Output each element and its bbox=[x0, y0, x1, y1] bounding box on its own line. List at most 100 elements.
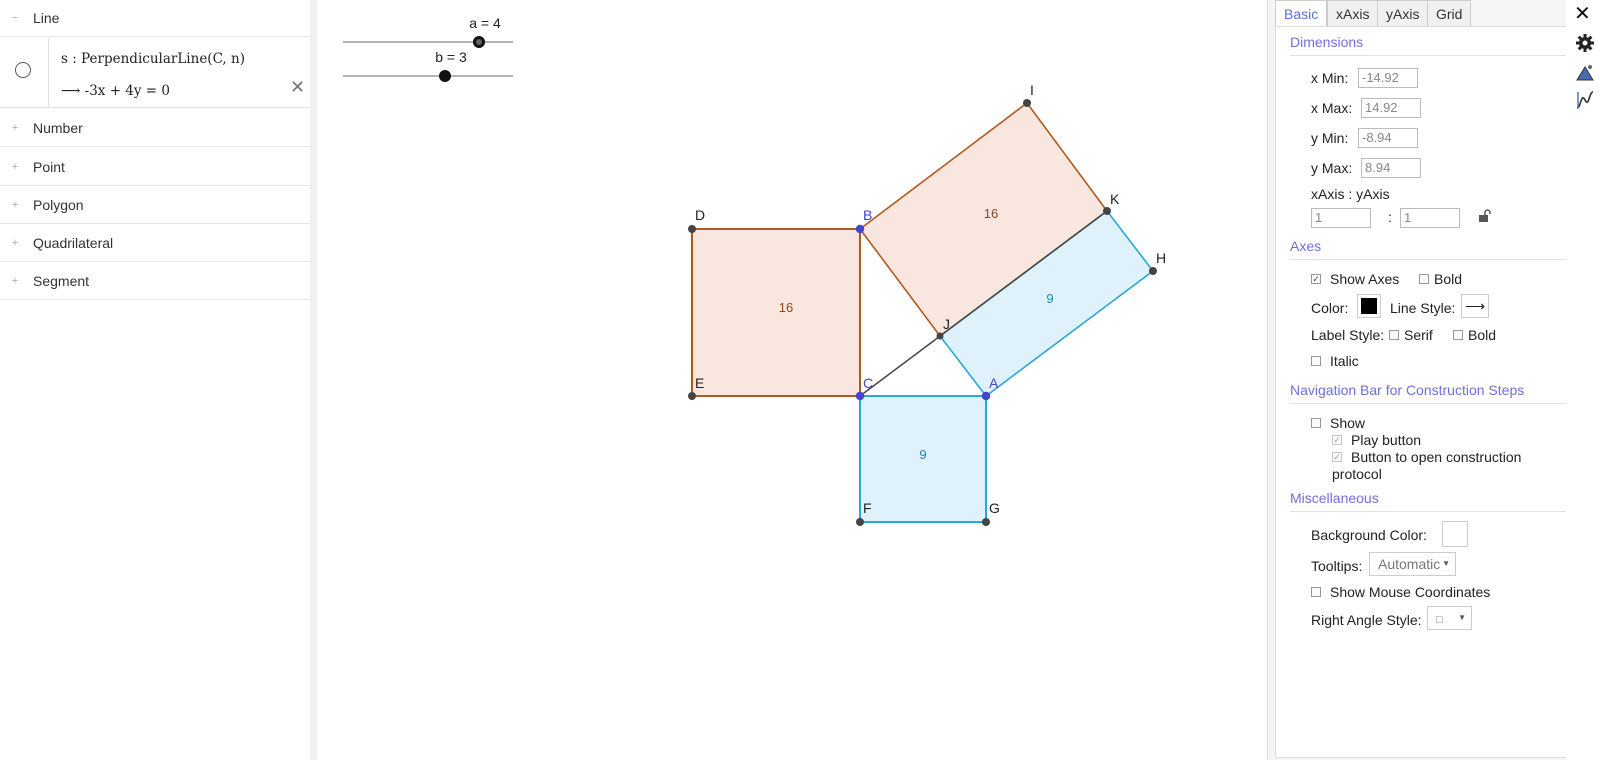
axis-color-button[interactable] bbox=[1357, 294, 1381, 318]
point-H[interactable] bbox=[1149, 267, 1157, 275]
section-rule bbox=[1290, 511, 1568, 512]
point-G[interactable] bbox=[982, 518, 990, 526]
label-E: E bbox=[695, 375, 704, 391]
area-label: 9 bbox=[1046, 291, 1053, 306]
show-axes-checkbox[interactable]: ✓ bbox=[1311, 274, 1321, 284]
collapse-icon[interactable]: − bbox=[10, 12, 20, 24]
category-segment[interactable]: + Segment bbox=[0, 263, 310, 300]
label-style-label: Label Style: bbox=[1311, 327, 1385, 343]
point-A[interactable] bbox=[981, 391, 991, 401]
background-color-button[interactable] bbox=[1442, 521, 1468, 547]
line-style-button[interactable]: ⟶ bbox=[1461, 294, 1489, 318]
settings-content: Dimensions x Min: -14.92 x Max: 14.92 y … bbox=[1275, 26, 1568, 758]
unlock-icon[interactable] bbox=[1478, 209, 1492, 223]
bold-checkbox[interactable] bbox=[1419, 274, 1429, 284]
label-C: C bbox=[863, 375, 873, 391]
section-rule bbox=[1290, 55, 1568, 56]
label-D: D bbox=[695, 207, 705, 223]
expand-icon[interactable]: + bbox=[10, 237, 20, 249]
xmin-field[interactable]: -14.92 bbox=[1358, 68, 1418, 88]
navbar-show-label: Show bbox=[1330, 415, 1366, 431]
serif-label: Serif bbox=[1404, 327, 1433, 343]
xmax-field[interactable]: 14.92 bbox=[1361, 98, 1421, 118]
visibility-toggle[interactable] bbox=[15, 62, 31, 78]
gear-icon[interactable] bbox=[1575, 33, 1595, 53]
point-J[interactable] bbox=[936, 332, 944, 340]
category-label: Quadrilateral bbox=[33, 235, 114, 251]
category-line[interactable]: − Line bbox=[0, 0, 310, 37]
slider-b-label: b = 3 bbox=[435, 49, 467, 65]
right-angle-value: □ bbox=[1436, 614, 1443, 626]
mouse-coords-checkbox[interactable] bbox=[1311, 587, 1321, 597]
expand-icon[interactable]: + bbox=[10, 275, 20, 287]
category-label: Line bbox=[33, 10, 60, 26]
point-D[interactable] bbox=[688, 225, 696, 233]
ymax-field[interactable]: 8.94 bbox=[1361, 158, 1421, 178]
ratio-y-field[interactable]: 1 bbox=[1400, 208, 1460, 228]
label-K: K bbox=[1110, 191, 1120, 207]
area-label: 16 bbox=[779, 300, 793, 315]
category-quadrilateral[interactable]: + Quadrilateral bbox=[0, 225, 310, 262]
point-I[interactable] bbox=[1023, 99, 1031, 107]
right-angle-dropdown[interactable]: □ ▼ bbox=[1427, 606, 1472, 630]
tab-yaxis[interactable]: yAxis bbox=[1377, 0, 1429, 26]
category-point[interactable]: + Point bbox=[0, 149, 310, 186]
ymin-field[interactable]: -8.94 bbox=[1358, 128, 1418, 148]
expand-icon[interactable]: + bbox=[10, 199, 20, 211]
point-E[interactable] bbox=[688, 392, 696, 400]
play-button-checkbox[interactable]: ✓ bbox=[1332, 435, 1342, 445]
algebra-item-s[interactable]: s : PerpendicularLine(C, n) ⟶ -3x + 4y =… bbox=[0, 38, 310, 108]
tab-grid[interactable]: Grid bbox=[1427, 0, 1472, 26]
color-swatch bbox=[1361, 298, 1377, 314]
graphics-view[interactable]: a = 4 b = 3 16 16 9 9 D B E C A F G I K … bbox=[317, 0, 1267, 760]
algebra-view-icon[interactable] bbox=[1575, 90, 1595, 110]
play-button-label: Play button bbox=[1351, 432, 1422, 448]
slider-a-label: a = 4 bbox=[469, 15, 501, 31]
label-I: I bbox=[1030, 82, 1034, 98]
open-protocol-checkbox[interactable]: ✓ bbox=[1332, 452, 1342, 462]
axis-color-label: Color: bbox=[1311, 300, 1349, 316]
algebra-view: − Line s : PerpendicularLine(C, n) ⟶ -3x… bbox=[0, 0, 317, 760]
close-icon[interactable]: ✕ bbox=[290, 78, 305, 96]
ymax-label: y Max: bbox=[1311, 160, 1353, 176]
axis-ratio-label: xAxis : yAxis bbox=[1311, 186, 1390, 202]
xmin-label: x Min: bbox=[1311, 70, 1349, 86]
section-miscellaneous: Miscellaneous bbox=[1290, 490, 1379, 506]
graphics-canvas[interactable]: a = 4 b = 3 16 16 9 9 D B E C A F G I K … bbox=[317, 0, 1267, 760]
slider-a[interactable]: a = 4 bbox=[343, 15, 513, 48]
label-bold-checkbox[interactable] bbox=[1453, 330, 1463, 340]
point-C[interactable] bbox=[855, 391, 865, 401]
label-F: F bbox=[863, 500, 872, 516]
expand-icon[interactable]: + bbox=[10, 122, 20, 134]
italic-label: Italic bbox=[1330, 353, 1359, 369]
graphics-view-icon[interactable] bbox=[1575, 63, 1595, 83]
category-label: Polygon bbox=[33, 197, 84, 213]
item-definition[interactable]: s : PerpendicularLine(C, n) bbox=[61, 51, 245, 67]
item-value: ⟶ -3x + 4y = 0 bbox=[61, 83, 171, 99]
point-F[interactable] bbox=[856, 518, 864, 526]
area-label: 16 bbox=[984, 206, 998, 221]
tab-basic[interactable]: Basic bbox=[1275, 0, 1328, 27]
close-icon[interactable]: ✕ bbox=[1574, 2, 1591, 26]
serif-checkbox[interactable] bbox=[1389, 330, 1399, 340]
view-toolbar: ✕ bbox=[1566, 0, 1600, 760]
tab-xaxis[interactable]: xAxis bbox=[1327, 0, 1379, 26]
category-polygon[interactable]: + Polygon bbox=[0, 187, 310, 224]
background-color-label: Background Color: bbox=[1311, 527, 1427, 543]
expand-icon[interactable]: + bbox=[10, 161, 20, 173]
point-B[interactable] bbox=[855, 224, 865, 234]
italic-checkbox[interactable] bbox=[1311, 356, 1321, 366]
tooltips-dropdown[interactable]: Automatic ▼ bbox=[1369, 552, 1456, 576]
show-axes-label: Show Axes bbox=[1330, 271, 1400, 287]
category-label: Number bbox=[33, 120, 83, 136]
label-G: G bbox=[989, 500, 1000, 516]
slider-a-highlight bbox=[476, 39, 482, 45]
panel-divider[interactable] bbox=[310, 0, 317, 760]
slider-b-handle[interactable] bbox=[439, 70, 451, 82]
navbar-show-checkbox[interactable] bbox=[1311, 418, 1321, 428]
point-K[interactable] bbox=[1103, 207, 1111, 215]
ratio-x-field[interactable]: 1 bbox=[1311, 208, 1371, 228]
slider-b[interactable]: b = 3 bbox=[343, 49, 513, 82]
square-16-left[interactable] bbox=[691, 228, 861, 397]
category-number[interactable]: + Number bbox=[0, 110, 310, 147]
